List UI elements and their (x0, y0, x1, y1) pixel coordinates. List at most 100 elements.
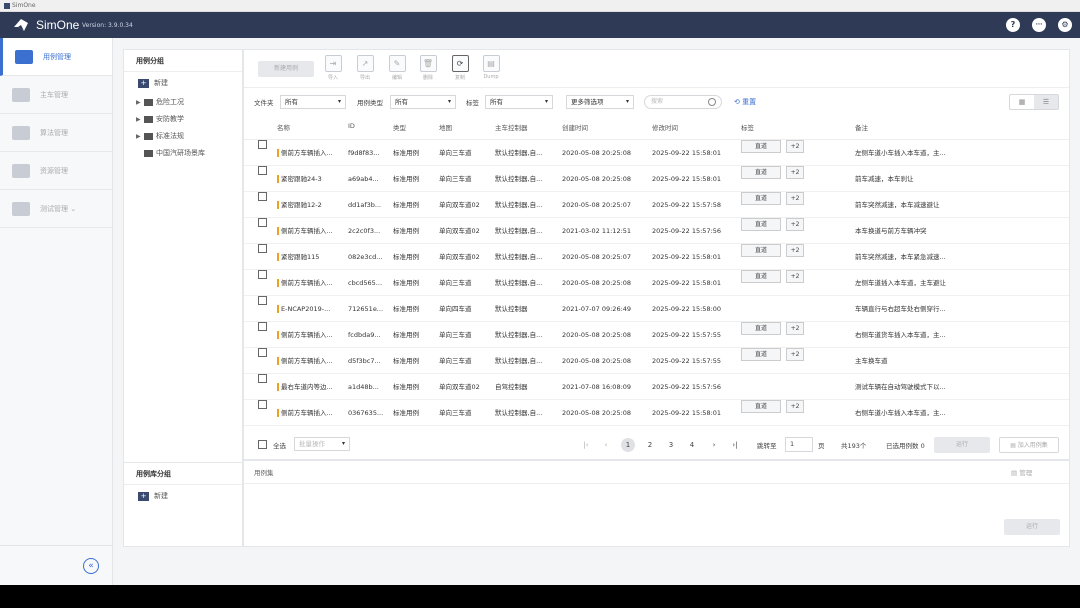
table-row[interactable]: 侧前方车辆插入... f9d8f83... 标准用例 单向三车道 默认控制器,自... 2… (244, 140, 1069, 166)
type-filter-select[interactable]: 所有 ▾ (390, 95, 456, 109)
page-3-button[interactable]: 3 (664, 438, 678, 452)
export-button[interactable]: ↗ 导出 (351, 55, 379, 81)
tag-badge[interactable]: 直道 (741, 218, 781, 231)
table-row[interactable]: 紧密跟驰12-2 dd1af3b... 标准用例 单向双车道02 默认控制器,自... 2… (244, 192, 1069, 218)
more-tags-badge[interactable]: +2 (786, 218, 804, 231)
row-checkbox[interactable] (258, 166, 267, 175)
tag-badge[interactable]: 直道 (741, 400, 781, 413)
cell-modified: 2025-09-22 15:57:55 (652, 331, 722, 339)
expand-arrow-icon[interactable]: ▶ (136, 94, 144, 111)
last-page-button[interactable]: ›| (728, 438, 742, 452)
new-case-button[interactable]: 新建用例 (258, 61, 314, 77)
row-checkbox[interactable] (258, 296, 267, 305)
page-2-button[interactable]: 2 (643, 438, 657, 452)
table-row[interactable]: 最右车道内等边... a1d48b... 标准用例 单向双车道02 自驾控制器 2021-… (244, 374, 1069, 400)
more-tags-badge[interactable]: +2 (786, 192, 804, 205)
import-button[interactable]: ⇥ 导入 (319, 55, 347, 81)
copy-button[interactable]: ⟳ 复制 (446, 55, 474, 81)
collapse-sidebar-button[interactable]: « (83, 558, 99, 574)
folder-filter-select[interactable]: 所有 ▾ (280, 95, 346, 109)
tag-badge[interactable]: 直道 (741, 140, 781, 153)
col-map[interactable]: 地图 (439, 122, 452, 132)
row-checkbox[interactable] (258, 218, 267, 227)
more-tags-badge[interactable]: +2 (786, 166, 804, 179)
table-row[interactable]: 侧前方车辆插入... fcdbda9... 标准用例 单向三车道 默认控制器,自... 2… (244, 322, 1069, 348)
col-name[interactable]: 名称 (277, 122, 290, 132)
edit-button[interactable]: ✎ 编辑 (383, 55, 411, 81)
table-row[interactable]: E-NCAP2019-... 712651e... 标准用例 单向四车道 默认控制器 20… (244, 296, 1069, 322)
tag-badge[interactable]: 直道 (741, 244, 781, 257)
row-checkbox[interactable] (258, 322, 267, 331)
col-notes[interactable]: 备注 (855, 122, 868, 132)
table-row[interactable]: 紧密跟驰115 082e3cd... 标准用例 单向双车道02 默认控制器,自... 20… (244, 244, 1069, 270)
col-controller[interactable]: 主车控制器 (495, 122, 528, 132)
table-row[interactable]: 侧前方车辆插入... 2c2c0f3... 标准用例 单向双车道02 默认控制器,自..… (244, 218, 1069, 244)
tag-filter-select[interactable]: 所有 ▾ (485, 95, 553, 109)
help-icon[interactable]: ? (1006, 18, 1020, 32)
manage-button[interactable]: ▤ 管理 (1011, 467, 1032, 477)
sidebar-item-test-management[interactable]: 测试管理 ⌄ (0, 190, 112, 228)
sidebar-item-resource-management[interactable]: 资源管理 (0, 152, 112, 190)
new-group-button[interactable]: + 新建 (124, 72, 242, 94)
col-tags[interactable]: 标签 (741, 122, 754, 132)
table-row[interactable]: 紧密跟驰24-3 a69ab4... 标准用例 单向三车道 默认控制器,自... 2020… (244, 166, 1069, 192)
new-lib-group-button[interactable]: + 新建 (124, 485, 242, 507)
row-checkbox[interactable] (258, 348, 267, 357)
page-1-button[interactable]: 1 (621, 438, 635, 452)
table-row[interactable]: 侧前方车辆插入... 0367635... 标准用例 单向三车道 默认控制器,自... 2… (244, 400, 1069, 426)
tag-badge[interactable]: 直道 (741, 322, 781, 335)
col-created[interactable]: 创建时间 (562, 122, 588, 132)
row-checkbox[interactable] (258, 400, 267, 409)
search-icon[interactable] (708, 98, 716, 106)
prev-page-button[interactable]: ‹ (599, 438, 613, 452)
tree-item-teaching[interactable]: ▶ 安防教学 (124, 111, 242, 128)
page-4-button[interactable]: 4 (685, 438, 699, 452)
grid-view-icon[interactable]: ▦ (1010, 95, 1034, 109)
jump-page-input[interactable]: 1 (785, 437, 813, 452)
run-button[interactable]: 运行 (934, 437, 990, 453)
more-filters-select[interactable]: 更多筛选项 ▾ (566, 95, 634, 109)
more-tags-badge[interactable]: +2 (786, 400, 804, 413)
row-checkbox[interactable] (258, 140, 267, 149)
tree-item-cacrc[interactable]: 中国汽研场景库 (124, 145, 242, 162)
delete-button[interactable]: 🗑 删除 (414, 55, 442, 81)
more-tags-badge[interactable]: +2 (786, 322, 804, 335)
next-page-button[interactable]: › (707, 438, 721, 452)
col-type[interactable]: 类型 (393, 122, 406, 132)
row-checkbox[interactable] (258, 270, 267, 279)
tag-badge[interactable]: 直道 (741, 270, 781, 283)
add-to-case-set-button[interactable]: ▤ 加入用例集 (999, 437, 1059, 453)
first-page-button[interactable]: |‹ (579, 438, 593, 452)
tree-item-regulations[interactable]: ▶ 标准法规 (124, 128, 242, 145)
expand-arrow-icon[interactable]: ▶ (136, 111, 144, 128)
more-tags-badge[interactable]: +2 (786, 348, 804, 361)
more-icon[interactable]: ··· (1032, 18, 1046, 32)
row-checkbox[interactable] (258, 244, 267, 253)
expand-arrow-icon[interactable]: ▶ (136, 128, 144, 145)
list-view-icon[interactable]: ☰ (1034, 95, 1058, 109)
tag-badge[interactable]: 直道 (741, 166, 781, 179)
reset-button[interactable]: ⟲ 重置 (734, 97, 756, 107)
col-id[interactable]: ID (348, 122, 355, 130)
tag-badge[interactable]: 直道 (741, 348, 781, 361)
sidebar-item-algorithm-management[interactable]: 算法管理 (0, 114, 112, 152)
row-checkbox[interactable] (258, 374, 267, 383)
case-set-run-button[interactable]: 运行 (1004, 519, 1060, 535)
dump-button[interactable]: ▤ Dump (477, 55, 505, 80)
tag-badge[interactable]: 直道 (741, 192, 781, 205)
table-row[interactable]: 侧前方车辆插入... cbcd565... 标准用例 单向三车道 默认控制器,自... 2… (244, 270, 1069, 296)
col-modified[interactable]: 修改时间 (652, 122, 678, 132)
tree-item-danger[interactable]: ▶ 危险工况 (124, 94, 242, 111)
sidebar-item-vehicle-management[interactable]: 主车管理 (0, 76, 112, 114)
settings-icon[interactable]: ⚙ (1058, 18, 1072, 32)
more-tags-badge[interactable]: +2 (786, 244, 804, 257)
table-row[interactable]: 侧前方车辆插入... d5f3bc7... 标准用例 单向三车道 默认控制器,自... 2… (244, 348, 1069, 374)
batch-action-select[interactable]: 批量操作 ▾ (294, 437, 350, 451)
cell-name-text: 侧前方车辆插入... (281, 331, 333, 339)
search-input[interactable]: 搜索 (644, 95, 722, 109)
more-tags-badge[interactable]: +2 (786, 270, 804, 283)
sidebar-item-case-management[interactable]: 用例管理 (0, 38, 112, 76)
more-tags-badge[interactable]: +2 (786, 140, 804, 153)
select-all-checkbox[interactable] (258, 440, 267, 449)
row-checkbox[interactable] (258, 192, 267, 201)
